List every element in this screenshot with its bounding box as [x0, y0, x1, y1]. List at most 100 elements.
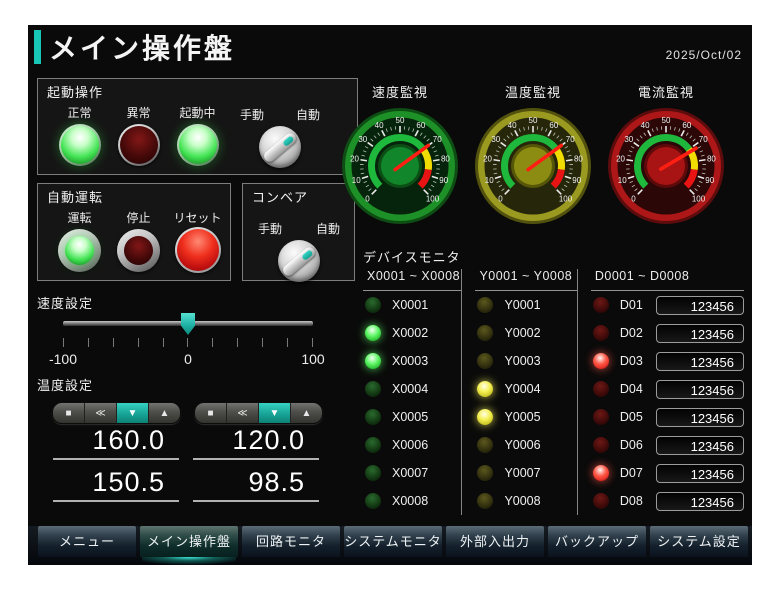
tab-3[interactable]: システムモニタ: [344, 526, 442, 557]
slider-tick: [262, 338, 263, 347]
temp-seg-stop-button[interactable]: ■: [53, 403, 85, 423]
reset-button[interactable]: [175, 227, 221, 273]
gauge-dial: 0102030405060708090100: [607, 107, 725, 225]
yellow-led-off: [477, 465, 493, 481]
svg-text:10: 10: [352, 176, 361, 185]
device-value-box[interactable]: 123456: [656, 352, 744, 371]
temp-setpoint-display-2[interactable]: 120.0: [193, 425, 319, 460]
svg-text:60: 60: [682, 121, 691, 130]
dm-column-header: X0001 ~ X0008: [363, 269, 461, 291]
push-button-lamp[interactable]: [117, 229, 160, 272]
tab-4[interactable]: 外部入出力: [446, 526, 544, 557]
device-value-box[interactable]: 123456: [656, 464, 744, 483]
device-label: X0002: [392, 326, 428, 340]
device-label: X0001: [392, 298, 428, 312]
slider-thumb[interactable]: [181, 313, 195, 335]
lamp-label: 起動中: [168, 104, 227, 121]
page-title: メイン操作盤: [49, 27, 235, 67]
green-led-on: [365, 325, 381, 341]
gauge-title: 温度監視: [472, 82, 594, 101]
svg-text:60: 60: [416, 121, 425, 130]
green-led-on: [365, 353, 381, 369]
manual-label: 手動: [240, 106, 264, 123]
device-value-box[interactable]: 123456: [656, 436, 744, 455]
rotary-knob[interactable]: [278, 240, 320, 282]
yellow-led-off: [477, 325, 493, 341]
svg-text:40: 40: [375, 121, 384, 130]
hmi-panel: メイン操作盤 2025/Oct/02 起動操作 正常異常起動中 手動 自動 自動…: [28, 25, 752, 565]
device-value-box[interactable]: 123456: [656, 380, 744, 399]
indicator-lamp: [59, 124, 101, 166]
lamp-label: 正常: [50, 104, 109, 121]
green-led-off: [365, 381, 381, 397]
svg-text:80: 80: [707, 155, 716, 164]
device-value-box[interactable]: 123456: [656, 492, 744, 511]
device-label: Y0001: [504, 298, 540, 312]
device-row: Y0007: [475, 459, 576, 487]
start-operation-box: 起動操作 正常異常起動中 手動 自動: [37, 78, 358, 175]
device-value-box[interactable]: 123456: [656, 296, 744, 315]
green-led-off: [365, 297, 381, 313]
rotary-knob[interactable]: [259, 126, 301, 168]
device-monitor: X0001 ~ X0008X0001X0002X0003X0004X0005X0…: [363, 269, 744, 515]
temp-seg-up-button[interactable]: ▲: [291, 403, 322, 423]
temp-seg-down-button[interactable]: ▼: [259, 403, 291, 423]
red-led-off: [593, 409, 609, 425]
temp-seg-stop-button[interactable]: ■: [195, 403, 227, 423]
slider-tick: [63, 338, 64, 347]
device-row: X0002: [363, 319, 461, 347]
red-led-off: [593, 381, 609, 397]
conveyor-mode-switch[interactable]: 手動 自動: [256, 220, 342, 282]
svg-text:0: 0: [365, 194, 370, 203]
tab-0[interactable]: メニュー: [38, 526, 136, 557]
slider-tick: [113, 338, 114, 347]
svg-text:40: 40: [508, 121, 517, 130]
reset-button-cap: [177, 229, 219, 271]
slider-tick: [312, 338, 313, 347]
svg-text:30: 30: [624, 135, 633, 144]
speed-slider[interactable]: -100 0 100: [63, 313, 313, 369]
yellow-led-off: [477, 437, 493, 453]
device-label: D04: [620, 382, 643, 396]
slider-tick: [138, 338, 139, 347]
svg-text:10: 10: [485, 176, 494, 185]
button-label: リセット: [168, 209, 227, 226]
slider-tick: [237, 338, 238, 347]
red-led-off: [593, 325, 609, 341]
temp-seg-down-button[interactable]: ▼: [117, 403, 149, 423]
temp-seg-fast-button[interactable]: ≪: [85, 403, 117, 423]
temp-seg-fast-button[interactable]: ≪: [227, 403, 259, 423]
device-label: X0003: [392, 354, 428, 368]
dm-column-2: D0001 ~ D0008D01123456D02123456D03123456…: [577, 269, 744, 515]
svg-text:30: 30: [491, 135, 500, 144]
svg-text:0: 0: [631, 194, 636, 203]
indicator-lamp: [118, 124, 160, 166]
device-label: Y0008: [504, 494, 540, 508]
gauge-1: 温度監視0102030405060708090100: [472, 82, 594, 230]
gauge-0: 速度監視0102030405060708090100: [339, 82, 461, 230]
svg-text:10: 10: [618, 176, 627, 185]
temp-value-display-1[interactable]: 150.5: [53, 467, 179, 502]
tab-1[interactable]: メイン操作盤: [140, 526, 238, 557]
device-value-box[interactable]: 123456: [656, 324, 744, 343]
svg-text:90: 90: [572, 176, 581, 185]
tab-strip: メニューメイン操作盤回路モニタシステムモニタ外部入出力バックアップシステム設定: [28, 526, 752, 557]
date-display: 2025/Oct/02: [666, 48, 742, 62]
green-led-off: [365, 493, 381, 509]
svg-text:0: 0: [498, 194, 503, 203]
temp-seg-up-button[interactable]: ▲: [149, 403, 180, 423]
tab-2[interactable]: 回路モニタ: [242, 526, 340, 557]
push-button-lamp[interactable]: [58, 229, 101, 272]
start-mode-switch[interactable]: 手動 自動: [238, 106, 322, 168]
gauge-dial: 0102030405060708090100: [341, 107, 459, 225]
dm-column-header: Y0001 ~ Y0008: [475, 269, 576, 291]
gauge-title: 速度監視: [339, 82, 461, 101]
device-value-box[interactable]: 123456: [656, 408, 744, 427]
tab-6[interactable]: システム設定: [650, 526, 748, 557]
temp-value-display-2[interactable]: 98.5: [193, 467, 319, 502]
tab-5[interactable]: バックアップ: [548, 526, 646, 557]
temp-setpoint-display-1[interactable]: 160.0: [53, 425, 179, 460]
slider-tick: [287, 338, 288, 347]
device-label: X0006: [392, 438, 428, 452]
knob-handle: [262, 131, 298, 164]
